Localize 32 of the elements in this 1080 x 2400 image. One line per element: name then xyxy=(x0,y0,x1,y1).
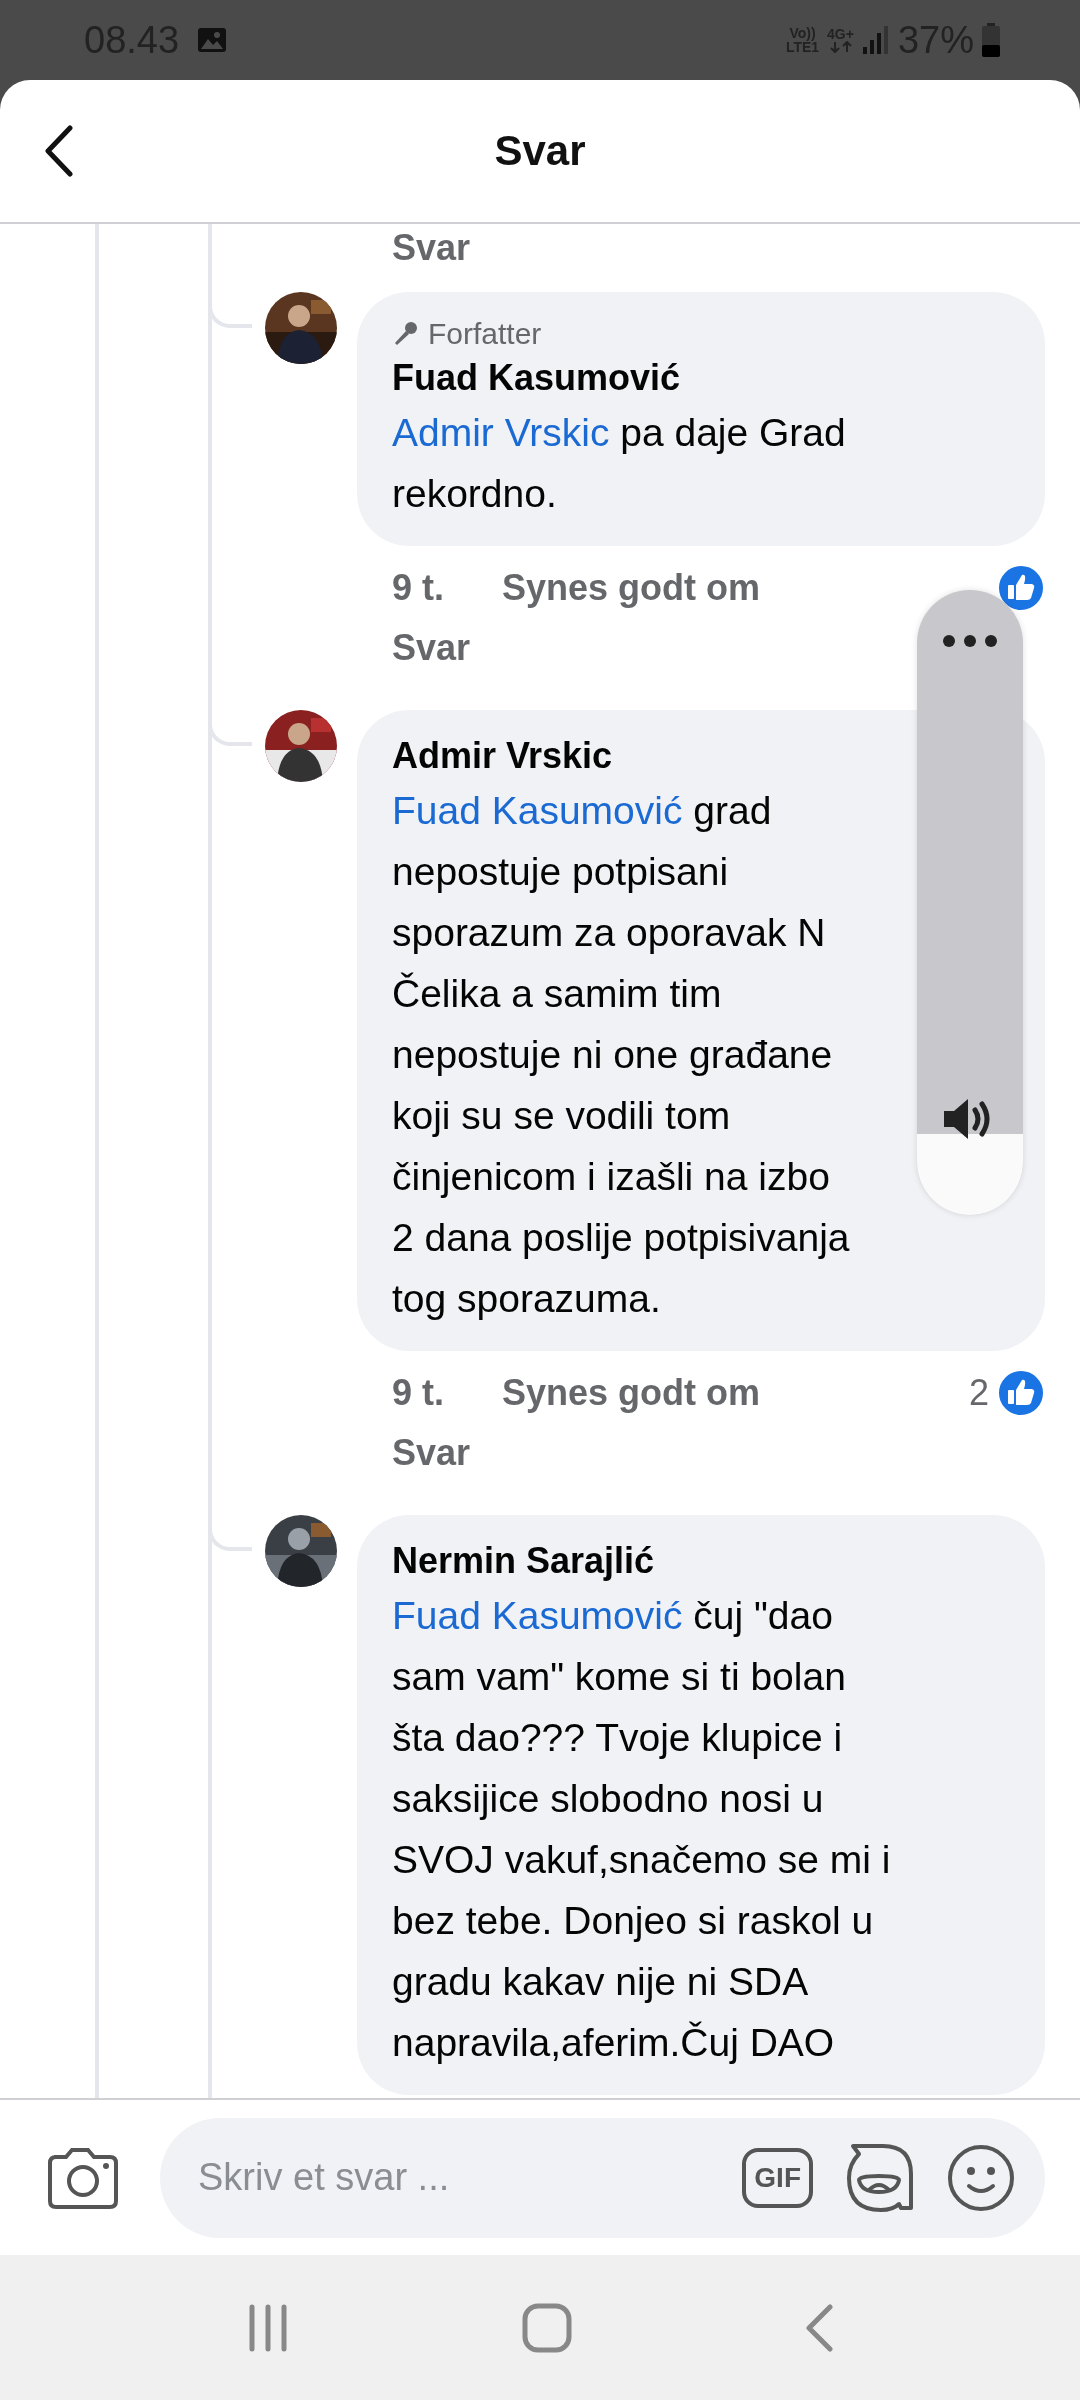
signal-icon xyxy=(861,25,890,55)
reply-input-field[interactable]: Skriv et svar ... GIF xyxy=(160,2117,1045,2238)
back-nav-icon[interactable] xyxy=(804,2303,834,2352)
author-name[interactable]: Nermin Sarajlić xyxy=(392,1537,655,1585)
comment-time: 9 t. xyxy=(392,1371,444,1415)
like-link[interactable]: Synes godt om xyxy=(502,558,761,618)
author-name[interactable]: Admir Vrskic xyxy=(392,732,613,780)
data-arrows-icon xyxy=(828,41,853,53)
image-icon xyxy=(197,27,228,53)
mention-link[interactable]: Admir Vrskic xyxy=(392,411,610,454)
author-label: Forfatter xyxy=(428,316,542,352)
header-title: Svar xyxy=(494,127,586,175)
home-icon[interactable] xyxy=(522,2302,572,2353)
comment-text: Fuad Kasumović čuj "dao sam vam" kome si ti bolan šta dao??? Tvoje klupice i saksijice slobodno nosi u SVOJ vakuf,snačemo se mi i bez tebe. Donjeo si raskol u gradu kakav nije ni SDA napravila,aferim.Čuj DAO xyxy=(392,1593,892,2066)
mention-link[interactable]: Fuad Kasumović xyxy=(392,1594,683,1637)
like-icon xyxy=(997,564,1045,612)
battery-icon xyxy=(982,23,1000,57)
comment-text: Admir Vrskic pa daje Grad rekordno. xyxy=(392,410,847,517)
reply-link[interactable]: Svar xyxy=(392,618,471,678)
like-link[interactable]: Synes godt om xyxy=(502,1363,761,1423)
mention-link[interactable]: Fuad Kasumović xyxy=(392,789,683,832)
reply-link[interactable]: Svar xyxy=(392,1423,471,1483)
like-count: 2 xyxy=(968,1372,989,1414)
author-name[interactable]: Fuad Kasumović xyxy=(392,354,681,402)
emoji-icon[interactable] xyxy=(947,2143,1015,2212)
microphone-icon xyxy=(392,321,418,347)
gif-button[interactable]: GIF xyxy=(742,2147,813,2208)
volume-slider[interactable] xyxy=(917,590,1023,1215)
more-icon[interactable] xyxy=(942,634,998,648)
reply-link[interactable]: Svar xyxy=(392,228,471,268)
comment-time: 9 t. xyxy=(392,566,444,610)
like-icon xyxy=(997,1369,1045,1417)
